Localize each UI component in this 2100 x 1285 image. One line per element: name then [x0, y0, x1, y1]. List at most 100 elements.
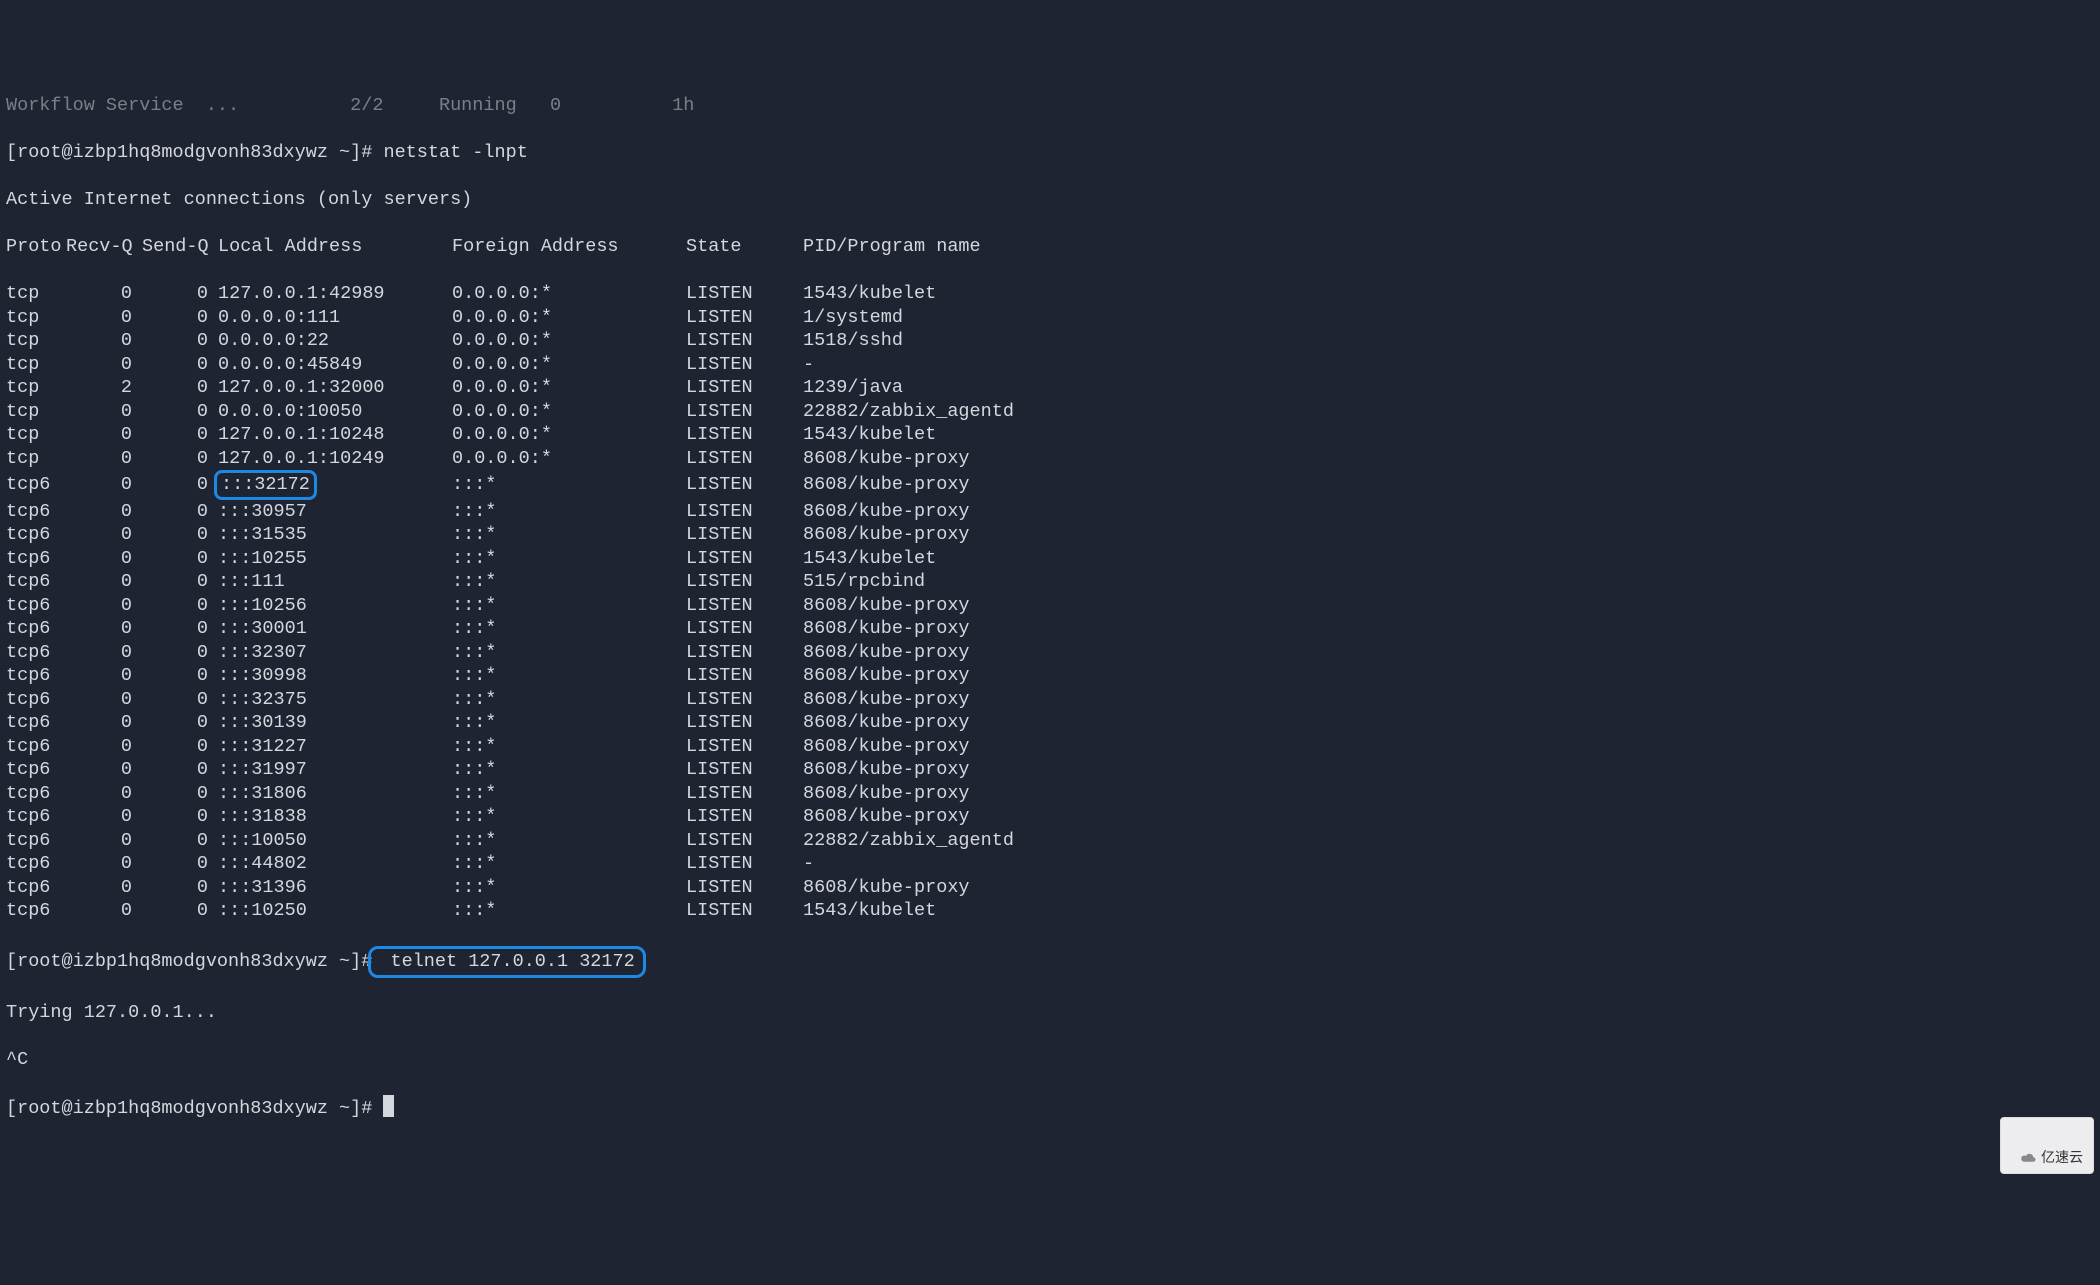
cell-foreign: :::* — [452, 617, 686, 641]
cell-state: LISTEN — [686, 547, 803, 571]
output-heading: Active Internet connections (only server… — [6, 188, 2094, 212]
cell-sendq: 0 — [142, 829, 208, 853]
cell-proto: tcp6 — [6, 899, 66, 923]
cell-recvq: 0 — [66, 447, 132, 471]
cell-pidprog: 8608/kube-proxy — [803, 617, 970, 641]
cell-state: LISTEN — [686, 473, 803, 497]
cell-local: :::31535 — [218, 523, 452, 547]
table-header: ProtoRecv-QSend-QLocal AddressForeign Ad… — [6, 235, 2094, 259]
table-row: tcp600:::10050:::*LISTEN22882/zabbix_age… — [6, 829, 2094, 853]
shell-prompt: [root@izbp1hq8modgvonh83dxywz ~]# — [6, 1098, 383, 1119]
cell-state: LISTEN — [686, 735, 803, 759]
highlighted-port: :::32172 — [214, 470, 317, 500]
cell-state: LISTEN — [686, 688, 803, 712]
cell-state: LISTEN — [686, 641, 803, 665]
cell-recvq: 0 — [66, 852, 132, 876]
cell-foreign: 0.0.0.0:* — [452, 447, 686, 471]
cell-local: :::10050 — [218, 829, 452, 853]
cell-recvq: 0 — [66, 500, 132, 524]
table-row: tcp600:::31535:::*LISTEN8608/kube-proxy — [6, 523, 2094, 547]
shell-prompt: [root@izbp1hq8modgvonh83dxywz ~]# — [6, 142, 383, 163]
table-row: tcp600:::31806:::*LISTEN8608/kube-proxy — [6, 782, 2094, 806]
table-row: tcp600:::30998:::*LISTEN8608/kube-proxy — [6, 664, 2094, 688]
cell-state: LISTEN — [686, 852, 803, 876]
table-row: tcp000.0.0.0:100500.0.0.0:*LISTEN22882/z… — [6, 400, 2094, 424]
cell-state: LISTEN — [686, 711, 803, 735]
table-row: tcp00127.0.0.1:429890.0.0.0:*LISTEN1543/… — [6, 282, 2094, 306]
prompt-line[interactable]: [root@izbp1hq8modgvonh83dxywz ~]# netsta… — [6, 141, 2094, 165]
table-row: tcp600:::44802:::*LISTEN- — [6, 852, 2094, 876]
cell-pidprog: 8608/kube-proxy — [803, 523, 970, 547]
cell-foreign: 0.0.0.0:* — [452, 423, 686, 447]
cell-proto: tcp6 — [6, 711, 66, 735]
cell-foreign: :::* — [452, 805, 686, 829]
cell-foreign: :::* — [452, 664, 686, 688]
cell-sendq: 0 — [142, 782, 208, 806]
cell-foreign: :::* — [452, 523, 686, 547]
cell-local: 0.0.0.0:45849 — [218, 353, 452, 377]
cell-state: LISTEN — [686, 805, 803, 829]
table-row: tcp000.0.0.0:458490.0.0.0:*LISTEN- — [6, 353, 2094, 377]
cell-recvq: 0 — [66, 829, 132, 853]
prompt-line[interactable]: [root@izbp1hq8modgvonh83dxywz ~]# telnet… — [6, 946, 2094, 978]
cell-state: LISTEN — [686, 617, 803, 641]
table-row: tcp600:::32172:::*LISTEN8608/kube-proxy — [6, 470, 2094, 500]
cell-pidprog: 1543/kubelet — [803, 899, 936, 923]
cell-proto: tcp — [6, 376, 66, 400]
table-row: tcp00127.0.0.1:102480.0.0.0:*LISTEN1543/… — [6, 423, 2094, 447]
cell-proto: tcp — [6, 329, 66, 353]
cell-local: 0.0.0.0:10050 — [218, 400, 452, 424]
cell-state: LISTEN — [686, 423, 803, 447]
cell-sendq: 0 — [142, 664, 208, 688]
cell-proto: tcp6 — [6, 852, 66, 876]
cell-pidprog: 8608/kube-proxy — [803, 876, 970, 900]
prompt-line[interactable]: [root@izbp1hq8modgvonh83dxywz ~]# — [6, 1095, 2094, 1121]
command-netstat: netstat -lnpt — [383, 142, 527, 163]
cell-sendq: 0 — [142, 447, 208, 471]
cell-local: :::32307 — [218, 641, 452, 665]
cell-foreign: :::* — [452, 735, 686, 759]
cell-foreign: :::* — [452, 594, 686, 618]
cell-sendq: 0 — [142, 353, 208, 377]
cell-pidprog: 8608/kube-proxy — [803, 782, 970, 806]
cell-foreign: :::* — [452, 473, 686, 497]
cell-local: :::31997 — [218, 758, 452, 782]
cell-pidprog: 1239/java — [803, 376, 903, 400]
shell-prompt: [root@izbp1hq8modgvonh83dxywz ~]# — [6, 951, 372, 972]
cell-proto: tcp6 — [6, 829, 66, 853]
cell-proto: tcp — [6, 353, 66, 377]
cell-sendq: 0 — [142, 852, 208, 876]
cell-proto: tcp6 — [6, 782, 66, 806]
cell-foreign: :::* — [452, 782, 686, 806]
cell-proto: tcp — [6, 400, 66, 424]
table-row: tcp000.0.0.0:220.0.0.0:*LISTEN1518/sshd — [6, 329, 2094, 353]
cell-sendq: 0 — [142, 735, 208, 759]
table-row: tcp00127.0.0.1:102490.0.0.0:*LISTEN8608/… — [6, 447, 2094, 471]
cell-pidprog: 8608/kube-proxy — [803, 805, 970, 829]
cell-pidprog: 22882/zabbix_agentd — [803, 400, 1014, 424]
table-row: tcp600:::30957:::*LISTEN8608/kube-proxy — [6, 500, 2094, 524]
cell-foreign: :::* — [452, 641, 686, 665]
cell-foreign: 0.0.0.0:* — [452, 282, 686, 306]
cell-recvq: 0 — [66, 899, 132, 923]
cell-sendq: 0 — [142, 617, 208, 641]
cell-state: LISTEN — [686, 523, 803, 547]
cell-foreign: 0.0.0.0:* — [452, 329, 686, 353]
table-row: tcp600:::31396:::*LISTEN8608/kube-proxy — [6, 876, 2094, 900]
cloud-icon — [2019, 1152, 2037, 1164]
cell-sendq: 0 — [142, 376, 208, 400]
cell-proto: tcp6 — [6, 473, 66, 497]
cell-sendq: 0 — [142, 523, 208, 547]
cell-proto: tcp6 — [6, 688, 66, 712]
cell-local: :::32172 — [218, 470, 452, 500]
cell-pidprog: - — [803, 852, 814, 876]
cell-local: 127.0.0.1:10248 — [218, 423, 452, 447]
cell-state: LISTEN — [686, 500, 803, 524]
cell-state: LISTEN — [686, 782, 803, 806]
cell-sendq: 0 — [142, 899, 208, 923]
cell-recvq: 0 — [66, 400, 132, 424]
cell-pidprog: 8608/kube-proxy — [803, 500, 970, 524]
cell-local: :::30998 — [218, 664, 452, 688]
cell-recvq: 0 — [66, 711, 132, 735]
cell-sendq: 0 — [142, 547, 208, 571]
